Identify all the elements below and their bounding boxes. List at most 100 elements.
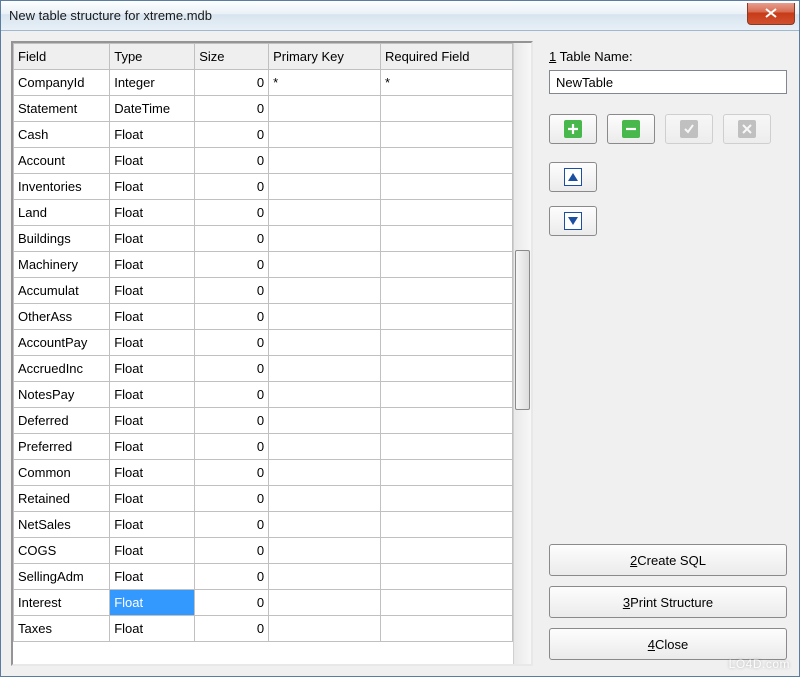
cell-req[interactable] [380, 590, 512, 616]
table-row[interactable]: SellingAdmFloat0 [14, 564, 513, 590]
cell-type[interactable]: Float [110, 382, 195, 408]
cell-type[interactable]: Float [110, 304, 195, 330]
cell-pk[interactable] [269, 382, 381, 408]
cell-req[interactable] [380, 538, 512, 564]
cell-pk[interactable] [269, 330, 381, 356]
cell-field[interactable]: NetSales [14, 512, 110, 538]
cell-pk[interactable] [269, 564, 381, 590]
cell-req[interactable] [380, 460, 512, 486]
cell-type[interactable]: DateTime [110, 96, 195, 122]
col-header-size[interactable]: Size [195, 44, 269, 70]
cell-size[interactable]: 0 [195, 382, 269, 408]
cell-type[interactable]: Float [110, 434, 195, 460]
table-row[interactable]: COGSFloat0 [14, 538, 513, 564]
table-row[interactable]: TaxesFloat0 [14, 616, 513, 642]
remove-row-button[interactable] [607, 114, 655, 144]
cell-type[interactable]: Float [110, 174, 195, 200]
cell-field[interactable]: AccruedInc [14, 356, 110, 382]
cell-req[interactable] [380, 330, 512, 356]
cell-field[interactable]: Buildings [14, 226, 110, 252]
cell-size[interactable]: 0 [195, 330, 269, 356]
cell-size[interactable]: 0 [195, 512, 269, 538]
cell-field[interactable]: Interest [14, 590, 110, 616]
cell-size[interactable]: 0 [195, 252, 269, 278]
cell-type[interactable]: Float [110, 252, 195, 278]
cell-field[interactable]: NotesPay [14, 382, 110, 408]
cell-type[interactable]: Float [110, 148, 195, 174]
cell-pk[interactable] [269, 200, 381, 226]
cell-field[interactable]: Land [14, 200, 110, 226]
cell-field[interactable]: AccountPay [14, 330, 110, 356]
cell-req[interactable] [380, 174, 512, 200]
cell-size[interactable]: 0 [195, 486, 269, 512]
table-row[interactable]: OtherAssFloat0 [14, 304, 513, 330]
cell-size[interactable]: 0 [195, 96, 269, 122]
cell-req[interactable] [380, 200, 512, 226]
cell-type[interactable]: Float [110, 512, 195, 538]
cell-type[interactable]: Float [110, 564, 195, 590]
cell-field[interactable]: Taxes [14, 616, 110, 642]
cell-size[interactable]: 0 [195, 564, 269, 590]
create-sql-button[interactable]: 2 Create SQL [549, 544, 787, 576]
cell-size[interactable]: 0 [195, 200, 269, 226]
cell-type[interactable]: Float [110, 330, 195, 356]
table-row[interactable]: PreferredFloat0 [14, 434, 513, 460]
cell-pk[interactable] [269, 538, 381, 564]
table-row[interactable]: AccountFloat0 [14, 148, 513, 174]
col-header-field[interactable]: Field [14, 44, 110, 70]
cell-pk[interactable]: * [269, 70, 381, 96]
table-row[interactable]: MachineryFloat0 [14, 252, 513, 278]
cell-type[interactable]: Float [110, 408, 195, 434]
table-row[interactable]: NotesPayFloat0 [14, 382, 513, 408]
cell-field[interactable]: Machinery [14, 252, 110, 278]
cell-pk[interactable] [269, 122, 381, 148]
cell-size[interactable]: 0 [195, 174, 269, 200]
move-up-button[interactable] [549, 162, 597, 192]
cell-field[interactable]: Statement [14, 96, 110, 122]
cell-pk[interactable] [269, 96, 381, 122]
cell-req[interactable] [380, 356, 512, 382]
cell-req[interactable] [380, 148, 512, 174]
table-row[interactable]: InventoriesFloat0 [14, 174, 513, 200]
cell-type[interactable]: Integer [110, 70, 195, 96]
cell-pk[interactable] [269, 408, 381, 434]
col-header-pk[interactable]: Primary Key [269, 44, 381, 70]
cell-type[interactable]: Float [110, 356, 195, 382]
cell-pk[interactable] [269, 512, 381, 538]
cell-size[interactable]: 0 [195, 616, 269, 642]
move-down-button[interactable] [549, 206, 597, 236]
cell-pk[interactable] [269, 616, 381, 642]
table-row[interactable]: AccumulatFloat0 [14, 278, 513, 304]
table-row[interactable]: AccountPayFloat0 [14, 330, 513, 356]
cell-pk[interactable] [269, 434, 381, 460]
cell-pk[interactable] [269, 460, 381, 486]
cell-type[interactable]: Float [110, 616, 195, 642]
close-button[interactable]: 4 Close [549, 628, 787, 660]
fields-grid-scroll[interactable]: Field Type Size Primary Key Required Fie… [13, 43, 513, 664]
tablename-input[interactable] [549, 70, 787, 94]
col-header-req[interactable]: Required Field [380, 44, 512, 70]
cell-field[interactable]: Preferred [14, 434, 110, 460]
cell-field[interactable]: COGS [14, 538, 110, 564]
cell-req[interactable] [380, 512, 512, 538]
cell-req[interactable] [380, 434, 512, 460]
cell-type[interactable]: Float [110, 486, 195, 512]
cell-field[interactable]: Deferred [14, 408, 110, 434]
titlebar[interactable]: New table structure for xtreme.mdb [1, 1, 799, 31]
cell-req[interactable] [380, 304, 512, 330]
table-row[interactable]: LandFloat0 [14, 200, 513, 226]
cell-req[interactable] [380, 486, 512, 512]
table-row[interactable]: StatementDateTime0 [14, 96, 513, 122]
cell-size[interactable]: 0 [195, 590, 269, 616]
cell-pk[interactable] [269, 278, 381, 304]
cell-size[interactable]: 0 [195, 356, 269, 382]
table-row[interactable]: DeferredFloat0 [14, 408, 513, 434]
cell-field[interactable]: CompanyId [14, 70, 110, 96]
cell-pk[interactable] [269, 148, 381, 174]
cell-field[interactable]: SellingAdm [14, 564, 110, 590]
cell-req[interactable] [380, 278, 512, 304]
window-close-button[interactable] [747, 3, 795, 25]
cell-field[interactable]: Accumulat [14, 278, 110, 304]
cell-pk[interactable] [269, 226, 381, 252]
scrollbar-thumb[interactable] [515, 250, 530, 410]
